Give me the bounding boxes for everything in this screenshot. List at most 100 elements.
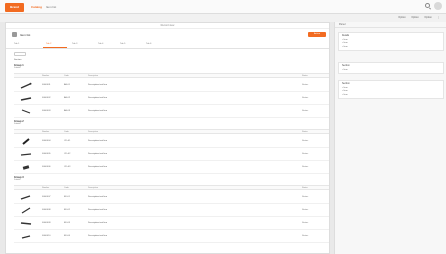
row-status: Status	[302, 97, 309, 99]
row-code: CD-02	[64, 153, 71, 155]
column-header-status[interactable]: Status	[302, 75, 308, 77]
row-status: Status	[302, 196, 309, 198]
column-header-status[interactable]: Status	[302, 131, 308, 133]
row-status: Status	[302, 140, 309, 142]
table-row[interactable]: 0000005 CD-02 Description text line Stat…	[14, 148, 329, 161]
column-header-description[interactable]: Description	[88, 187, 98, 189]
row-status: Status	[302, 209, 309, 211]
table-row[interactable]: 0000004 CD-01 Description text line Stat…	[14, 135, 329, 148]
tab-6[interactable]: Tab 6	[146, 43, 151, 45]
table-header: Number Code Description Status	[14, 73, 329, 78]
tab-1[interactable]: Tab 1	[14, 43, 19, 45]
row-description: Description text line	[88, 97, 108, 99]
item-thumbnail	[20, 151, 32, 158]
group-header: Group 3 Subtitle	[14, 176, 329, 182]
breadcrumb: Catalog Item list	[31, 5, 56, 9]
sidebar-item[interactable]: Item	[342, 94, 440, 96]
row-number: 0000008	[42, 209, 51, 211]
item-thumbnail	[20, 82, 32, 89]
item-thumbnail	[20, 164, 32, 171]
tab-3[interactable]: Tab 3	[72, 43, 77, 45]
table-row[interactable]: 0000008 EF-02 Description text line Stat…	[14, 204, 329, 217]
sidebar-item[interactable]: Item	[342, 87, 440, 89]
column-header-number[interactable]: Number	[42, 131, 49, 133]
row-status: Status	[302, 110, 309, 112]
column-header-status[interactable]: Status	[302, 187, 308, 189]
filter-button[interactable]	[14, 52, 26, 56]
sidebar-item[interactable]: Item	[342, 42, 440, 44]
subbar-action-2[interactable]: Option	[411, 16, 418, 19]
sidebar-box-title: Details	[342, 35, 350, 37]
row-description: Description text line	[88, 84, 108, 86]
sidebar-box: Details Item Item Item	[338, 32, 444, 51]
column-header-description[interactable]: Description	[88, 131, 98, 133]
group-subtitle: Subtitle	[14, 179, 21, 181]
tab-2[interactable]: Tab 2	[46, 43, 51, 45]
item-thumbnail	[20, 95, 32, 102]
table-row[interactable]: 0000007 EF-01 Description text line Stat…	[14, 191, 329, 204]
sidebar-box: Section Item	[338, 62, 444, 74]
group-header: Group 1 Subtitle	[14, 64, 329, 70]
row-number: 0000006	[42, 166, 51, 168]
item-thumbnail	[20, 194, 32, 201]
row-description: Description text line	[88, 140, 108, 142]
breadcrumb-secondary: Item list	[45, 5, 57, 9]
sidebar-box-title: Section	[342, 65, 350, 67]
row-number: 0000003	[42, 110, 51, 112]
item-thumbnail	[20, 138, 32, 145]
item-thumbnail	[20, 108, 32, 115]
sidebar-heading: Panel	[335, 22, 446, 28]
row-number: 0000007	[42, 196, 51, 198]
row-status: Status	[302, 153, 309, 155]
row-description: Description text line	[88, 235, 108, 237]
row-number: 0000010	[42, 235, 51, 237]
page-title: Item list	[20, 33, 31, 37]
search-icon[interactable]	[425, 3, 430, 8]
subbar-action-1[interactable]: Option	[398, 16, 405, 19]
column-header-code[interactable]: Code	[64, 75, 69, 77]
sidebar-box-title: Section	[342, 83, 350, 85]
sidebar-item[interactable]: Item	[342, 39, 440, 41]
row-code: CD-03	[64, 166, 71, 168]
table-row[interactable]: 0000010 EF-04 Description text line Stat…	[14, 230, 329, 243]
tab-5[interactable]: Tab 5	[120, 43, 125, 45]
row-description: Description text line	[88, 153, 108, 155]
row-description: Description text line	[88, 209, 108, 211]
sidebar-item[interactable]: Item	[342, 90, 440, 92]
brand-logo[interactable]: Brand	[5, 3, 24, 12]
subbar-action-3[interactable]: Option	[424, 16, 431, 19]
column-header-description[interactable]: Description	[88, 75, 98, 77]
row-status: Status	[302, 84, 309, 86]
row-number: 0000004	[42, 140, 51, 142]
row-number: 0000002	[42, 97, 51, 99]
row-code: CD-01	[64, 140, 71, 142]
table-row[interactable]: 0000001 AB-01 Description text line Stat…	[14, 79, 329, 92]
row-status: Status	[302, 166, 309, 168]
row-number: 0000005	[42, 153, 51, 155]
table-row[interactable]: 0000006 CD-03 Description text line Stat…	[14, 161, 329, 174]
column-header-number[interactable]: Number	[42, 187, 49, 189]
item-thumbnail	[20, 233, 32, 240]
details-sidebar: Panel Details Item Item Item Section Ite…	[334, 22, 446, 254]
sidebar-item[interactable]: Item	[342, 46, 440, 48]
item-thumbnail	[20, 207, 32, 214]
column-header-number[interactable]: Number	[42, 75, 49, 77]
row-code: AB-02	[64, 97, 71, 99]
group-subtitle: Subtitle	[14, 123, 21, 125]
item-thumbnail	[20, 220, 32, 227]
breadcrumb-primary[interactable]: Catalog	[31, 5, 42, 9]
avatar[interactable]	[434, 2, 442, 10]
primary-action-button[interactable]: Action	[308, 32, 326, 37]
more-options-icon[interactable]: ⋮	[438, 16, 441, 19]
record-icon	[12, 32, 17, 37]
column-header-code[interactable]: Code	[64, 131, 69, 133]
table-row[interactable]: 0000003 AB-03 Description text line Stat…	[14, 105, 329, 118]
table-row[interactable]: 0000002 AB-02 Description text line Stat…	[14, 92, 329, 105]
row-status: Status	[302, 235, 309, 237]
column-header-code[interactable]: Code	[64, 187, 69, 189]
tab-4[interactable]: Tab 4	[98, 43, 103, 45]
sidebar-item[interactable]: Item	[342, 69, 440, 71]
row-code: AB-03	[64, 110, 71, 112]
table-row[interactable]: 0000009 EF-03 Description text line Stat…	[14, 217, 329, 230]
items-section: Section Group 1 Subtitle Number Code Des…	[14, 59, 329, 253]
